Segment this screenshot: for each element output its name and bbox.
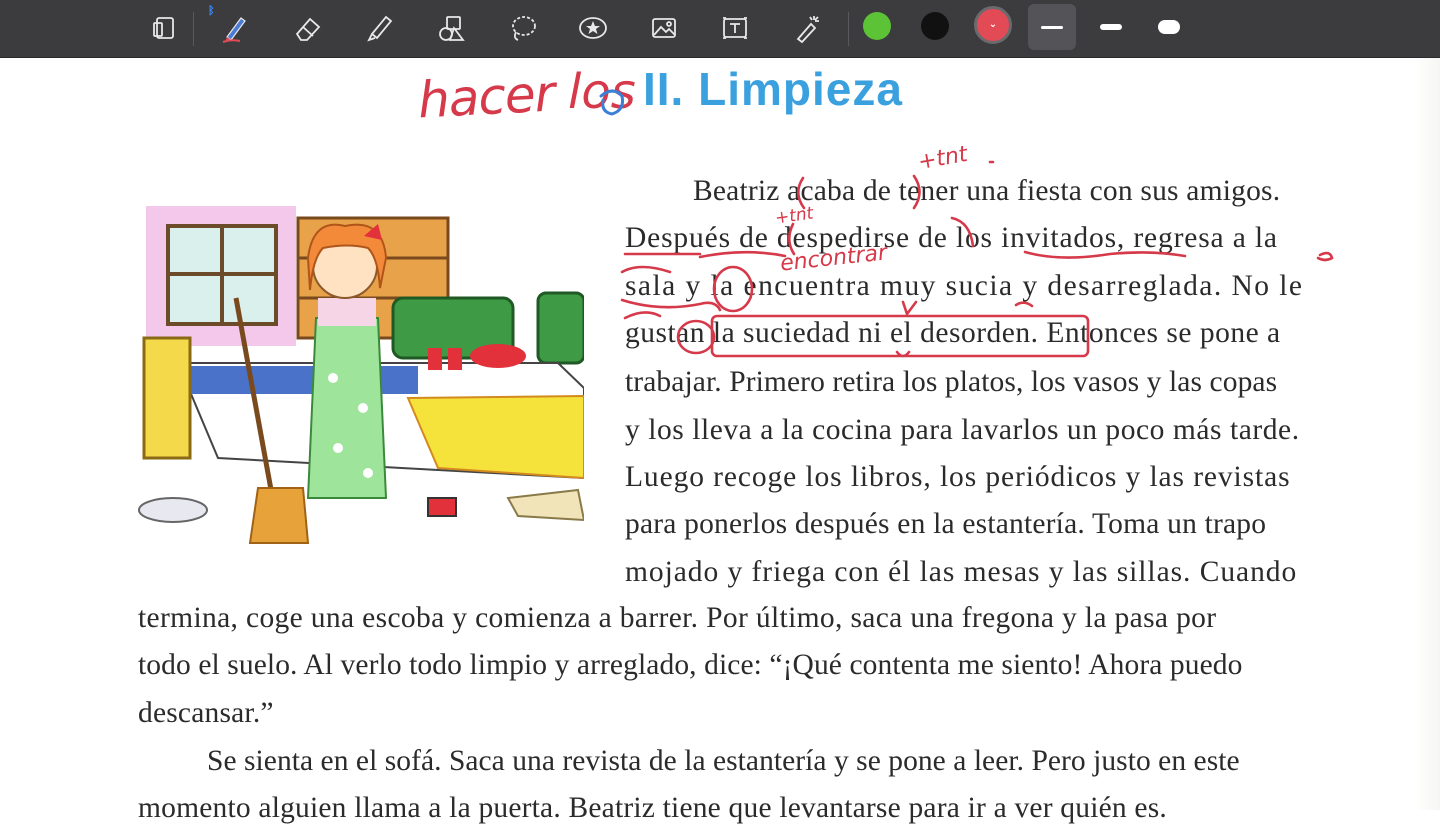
toolbar-divider <box>193 12 194 46</box>
image-icon <box>652 18 676 38</box>
stroke-width-medium[interactable] <box>1087 4 1135 50</box>
text-line-1: Beatriz acaba de tener una fiesta con su… <box>693 175 1281 207</box>
handwritten-note-hacer: hacer <box>416 64 556 130</box>
text-line-2: Después de despedirse de los invitados, … <box>625 222 1278 254</box>
text-line-12: descansar.” <box>138 697 274 729</box>
text-box-icon <box>723 17 747 39</box>
text-line-14: momento alguien llama a la puerta. Beatr… <box>138 792 1167 824</box>
text-line-4: gustan la suciedad ni el desorden. Enton… <box>625 317 1281 349</box>
laser-pointer-icon <box>796 16 819 44</box>
text-line-5: trabajar. Primero retira los platos, los… <box>625 366 1278 398</box>
highlighter-icon <box>367 15 393 42</box>
text-line-11: todo el suelo. Al verlo todo limpio y ar… <box>138 649 1243 681</box>
text-line-7: Luego recoge los libros, los periódicos … <box>625 461 1291 493</box>
page-edge-shadow <box>1414 58 1440 810</box>
sticker-icon <box>579 17 607 39</box>
chevron-down-icon: ⌄ <box>988 19 998 30</box>
page-layout-icon[interactable] <box>141 6 187 50</box>
image-tool-button[interactable] <box>641 6 687 50</box>
lasso-icon <box>512 16 536 41</box>
eraser-icon <box>295 17 321 41</box>
text-box-tool-button[interactable] <box>712 6 758 50</box>
text-line-9: mojado y friega con él las mesas y las s… <box>625 556 1298 588</box>
shapes-icon <box>439 16 465 41</box>
handwritten-note-los: los <box>568 64 636 120</box>
laser-pointer-tool-button[interactable] <box>784 6 830 50</box>
eraser-tool-button[interactable] <box>285 6 331 50</box>
stroke-width-medium-icon <box>1100 24 1122 30</box>
toolbar-divider <box>848 12 849 46</box>
text-line-8: para ponerlos después en la estantería. … <box>625 508 1267 540</box>
color-swatch-green[interactable] <box>863 12 891 40</box>
stroke-width-thick[interactable] <box>1145 4 1193 50</box>
text-line-6: y los lleva a la cocina para lavarlos un… <box>625 414 1300 446</box>
text-line-3: sala y la encuentra muy sucia y desarreg… <box>625 270 1304 302</box>
page-title: II. Limpieza <box>643 63 903 115</box>
lasso-tool-button[interactable] <box>500 6 546 50</box>
text-line-13: Se sienta en el sofá. Saca una revista d… <box>207 745 1240 777</box>
pen-tool-button[interactable] <box>211 6 257 50</box>
girl-cleaning-illustration <box>138 198 584 550</box>
annotation-toolbar: ᛒ ⌄ <box>0 0 1440 58</box>
highlighter-tool-button[interactable] <box>357 6 403 50</box>
stroke-width-fine-icon <box>1041 25 1063 29</box>
text-line-10: termina, coge una escoba y comienza a ba… <box>138 602 1217 634</box>
pen-icon <box>222 17 246 43</box>
color-swatch-red-active[interactable]: ⌄ <box>974 6 1012 44</box>
stroke-width-fine[interactable] <box>1028 4 1076 50</box>
sticker-tool-button[interactable] <box>570 6 616 50</box>
shapes-tool-button[interactable] <box>429 6 475 50</box>
color-swatch-black[interactable] <box>921 12 949 40</box>
stroke-width-thick-icon <box>1158 20 1180 34</box>
